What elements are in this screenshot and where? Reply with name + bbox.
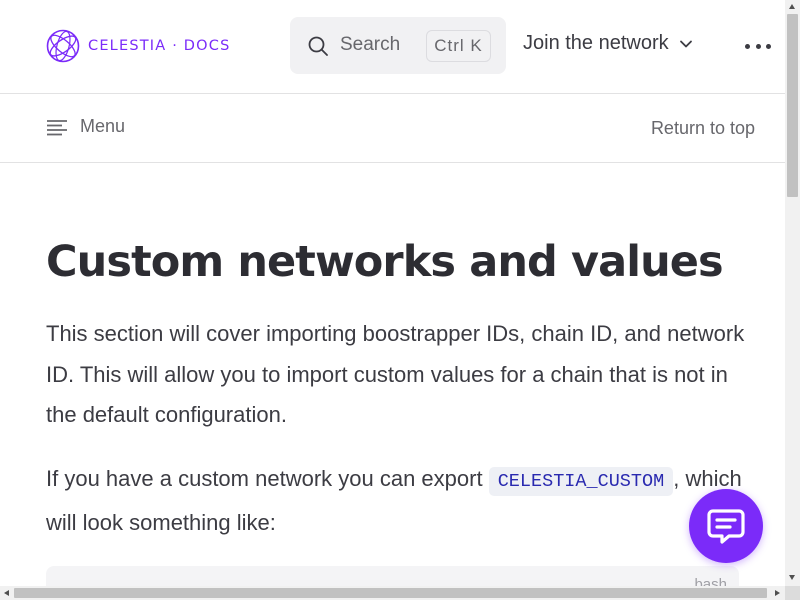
dot bbox=[755, 43, 761, 49]
search-label: Search bbox=[340, 34, 401, 55]
scroll-down-arrow[interactable] bbox=[789, 575, 795, 580]
join-network-label: Join the network bbox=[523, 32, 669, 54]
inline-code-celestia-custom: CELESTIA_CUSTOM bbox=[488, 467, 674, 496]
vertical-scrollbar[interactable] bbox=[785, 0, 800, 586]
logo-text: CELESTIA · DOCS bbox=[88, 38, 231, 54]
local-nav-bar: Menu Return to top bbox=[0, 94, 785, 163]
menu-button[interactable]: Menu bbox=[46, 116, 125, 137]
scroll-right-arrow[interactable] bbox=[775, 589, 780, 596]
search-shortcut-badge: Ctrl K bbox=[426, 30, 491, 62]
chat-bubble-icon bbox=[707, 509, 745, 544]
scroll-left-arrow[interactable] bbox=[4, 589, 9, 596]
horizontal-scrollbar[interactable] bbox=[0, 586, 785, 600]
celestia-globe-icon bbox=[46, 29, 80, 63]
chevron-down-icon bbox=[679, 40, 692, 47]
export-paragraph-text: If you have a custom network you can exp… bbox=[46, 466, 489, 491]
search-icon bbox=[308, 36, 328, 56]
search-button[interactable]: Search Ctrl K bbox=[290, 17, 506, 74]
dot bbox=[766, 43, 771, 49]
join-network-dropdown[interactable]: Join the network bbox=[523, 32, 693, 55]
menu-label: Menu bbox=[80, 116, 126, 136]
return-to-top-link[interactable]: Return to top bbox=[651, 118, 755, 139]
export-paragraph: If you have a custom network you can exp… bbox=[46, 459, 746, 543]
scroll-up-arrow[interactable] bbox=[789, 4, 795, 9]
docs-page: CELESTIA · DOCS Search Ctrl K Join the n… bbox=[0, 0, 785, 586]
scrollbar-corner bbox=[785, 586, 800, 600]
logo-link[interactable]: CELESTIA · DOCS bbox=[46, 29, 231, 63]
top-navbar: CELESTIA · DOCS Search Ctrl K Join the n… bbox=[0, 0, 785, 94]
page-title: Custom networks and values bbox=[46, 237, 724, 287]
menu-lines-icon bbox=[47, 119, 67, 135]
code-block[interactable]: bash bbox=[46, 566, 739, 586]
horizontal-scroll-thumb[interactable] bbox=[14, 588, 767, 598]
more-horizontal-icon[interactable] bbox=[745, 37, 771, 55]
code-language-label: bash bbox=[694, 576, 727, 586]
intro-paragraph: This section will cover importing boostr… bbox=[46, 321, 745, 427]
vertical-scroll-thumb[interactable] bbox=[787, 14, 798, 197]
chat-button[interactable] bbox=[689, 489, 763, 563]
dot bbox=[745, 43, 750, 49]
